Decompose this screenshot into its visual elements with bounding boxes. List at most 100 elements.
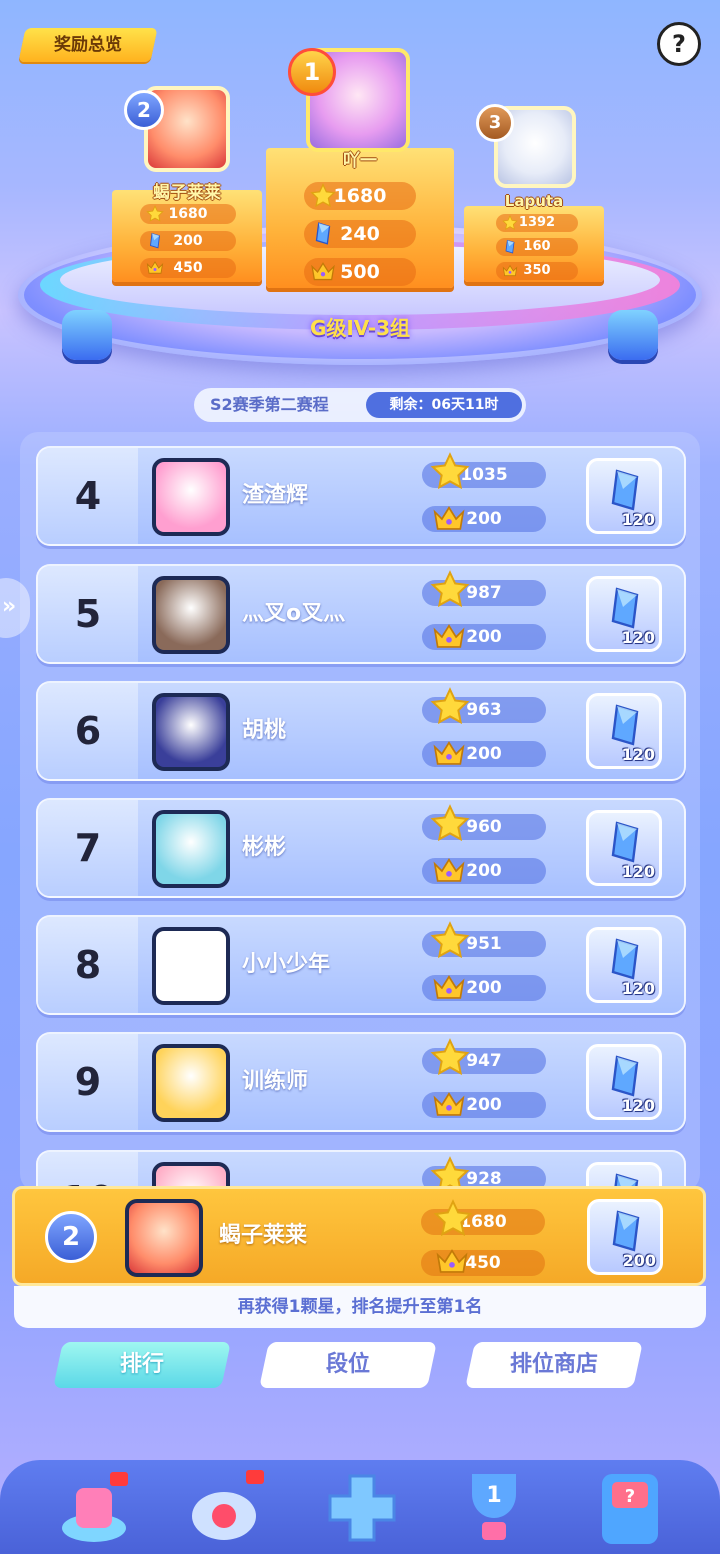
- my-name: 蝎子莱莱: [219, 1223, 308, 1248]
- crown-icon: [432, 620, 466, 654]
- reward-box[interactable]: 120: [586, 458, 662, 534]
- tab-tier[interactable]: 段位: [259, 1342, 437, 1388]
- player-stars: 963: [466, 700, 502, 720]
- medal-second-icon: 2: [124, 90, 164, 130]
- my-reward[interactable]: 200: [587, 1199, 663, 1275]
- leaderboard-row[interactable]: 7 彬彬 960 200 120: [36, 798, 686, 898]
- crown-icon: [435, 1245, 469, 1279]
- season-title: S2赛季第二赛程: [210, 395, 329, 414]
- chevron-right-icon: »: [2, 594, 17, 619]
- tab-ranking-label: 排行: [119, 1352, 164, 1377]
- leaderboard-row[interactable]: 4 渣渣辉 1035 200 120: [36, 446, 686, 546]
- player-name: 灬叉o叉灬: [242, 601, 346, 626]
- tab-tier-label: 段位: [325, 1352, 370, 1377]
- star-icon: [430, 687, 470, 727]
- gem-icon: [601, 702, 649, 750]
- player-avatar[interactable]: [152, 927, 230, 1005]
- second-gems: 200: [173, 233, 203, 249]
- tab-shop-label: 排位商店: [509, 1352, 598, 1377]
- gem-icon: [602, 1208, 650, 1256]
- reward-amount: 120: [621, 628, 655, 647]
- player-crowns: 200: [466, 861, 502, 881]
- nav-gacha[interactable]: ?: [588, 1466, 672, 1550]
- season-remaining: 剩余：06天11时: [366, 392, 522, 418]
- star-icon: [430, 452, 470, 492]
- reward-box[interactable]: 120: [586, 1044, 662, 1120]
- reward-overview-label: 奖励总览: [54, 35, 122, 55]
- my-crowns: 450: [465, 1253, 501, 1273]
- gem-icon: [601, 819, 649, 867]
- gem-icon: [601, 585, 649, 633]
- player-name: 胡桃: [242, 718, 287, 743]
- tab-shop[interactable]: 排位商店: [465, 1342, 643, 1388]
- whistle-icon: [192, 1470, 264, 1540]
- first-stars: 1680: [333, 185, 387, 207]
- help-button[interactable]: ?: [657, 22, 701, 66]
- rank-number: 8: [38, 917, 138, 1013]
- crown-icon: [432, 502, 466, 536]
- nav-home[interactable]: [52, 1466, 136, 1550]
- nav-whistle[interactable]: [184, 1466, 268, 1550]
- player-avatar[interactable]: [152, 458, 230, 536]
- player-avatar[interactable]: [152, 693, 230, 771]
- reward-amount: 120: [621, 979, 655, 998]
- first-crowns: 500: [340, 261, 380, 283]
- star-icon: [430, 921, 470, 961]
- reward-box[interactable]: 120: [586, 927, 662, 1003]
- rank-tip: 再获得1颗星，排名提升至第1名: [14, 1286, 706, 1328]
- star-icon: [433, 1199, 473, 1239]
- nav-trophy[interactable]: 1: [452, 1466, 536, 1550]
- gamepad-icon: [328, 1474, 396, 1542]
- leaderboard-row[interactable]: 8 小小少年 951 200 120: [36, 915, 686, 1015]
- leaderboard-row[interactable]: 5 灬叉o叉灬 987 200 120: [36, 564, 686, 664]
- reward-amount: 120: [621, 1096, 655, 1115]
- reward-overview-button[interactable]: 奖励总览: [18, 28, 158, 62]
- leaderboard-row[interactable]: 6 胡桃 963 200 120: [36, 681, 686, 781]
- crown-icon: [432, 971, 466, 1005]
- star-icon: [430, 804, 470, 844]
- third-gems: 160: [523, 239, 551, 254]
- home-icon: [62, 1472, 128, 1542]
- gem-icon: [601, 1053, 649, 1101]
- medal-first-icon: 1: [288, 48, 336, 96]
- player-stars: 947: [466, 1051, 502, 1071]
- rank-number: 6: [38, 683, 138, 779]
- third-name: Laputa: [504, 192, 564, 210]
- player-crowns: 200: [466, 978, 502, 998]
- player-avatar[interactable]: [152, 576, 230, 654]
- my-rank-row[interactable]: 2 蝎子莱莱 1680 450 200: [12, 1186, 706, 1286]
- player-crowns: 200: [466, 744, 502, 764]
- player-stars: 960: [466, 817, 502, 837]
- reward-box[interactable]: 120: [586, 576, 662, 652]
- tab-ranking[interactable]: 排行: [53, 1342, 231, 1388]
- star-icon: [430, 1038, 470, 1078]
- reward-box[interactable]: 120: [586, 693, 662, 769]
- second-name: 蝎子莱莱: [153, 183, 221, 203]
- trophy-icon: 1: [472, 1474, 516, 1540]
- player-crowns: 200: [466, 1095, 502, 1115]
- player-name: 训练师: [242, 1069, 309, 1094]
- player-name: 小小少年: [242, 952, 331, 977]
- medal-third-icon: 3: [476, 104, 514, 142]
- crown-icon: [432, 737, 466, 771]
- group-label: G级IV-3组: [309, 316, 411, 340]
- reward-amount: 120: [621, 745, 655, 764]
- question-icon: ?: [672, 30, 686, 58]
- medal-second-icon: 2: [45, 1211, 97, 1263]
- nav-gamepad[interactable]: [320, 1466, 404, 1550]
- player-avatar[interactable]: [152, 810, 230, 888]
- reward-box[interactable]: 120: [586, 810, 662, 886]
- first-name: 吖一: [343, 151, 377, 171]
- star-icon: [430, 570, 470, 610]
- crown-icon: [432, 1088, 466, 1122]
- leaderboard-row[interactable]: 9 训练师 947 200 120: [36, 1032, 686, 1132]
- crown-icon: [432, 854, 466, 888]
- my-reward-amount: 200: [622, 1251, 656, 1270]
- third-crowns: 350: [523, 263, 551, 278]
- third-stars: 1392: [518, 215, 556, 230]
- reward-amount: 120: [621, 862, 655, 881]
- player-name: 渣渣辉: [242, 483, 309, 508]
- first-gems: 240: [340, 223, 380, 245]
- player-stars: 951: [466, 934, 502, 954]
- player-avatar[interactable]: [152, 1044, 230, 1122]
